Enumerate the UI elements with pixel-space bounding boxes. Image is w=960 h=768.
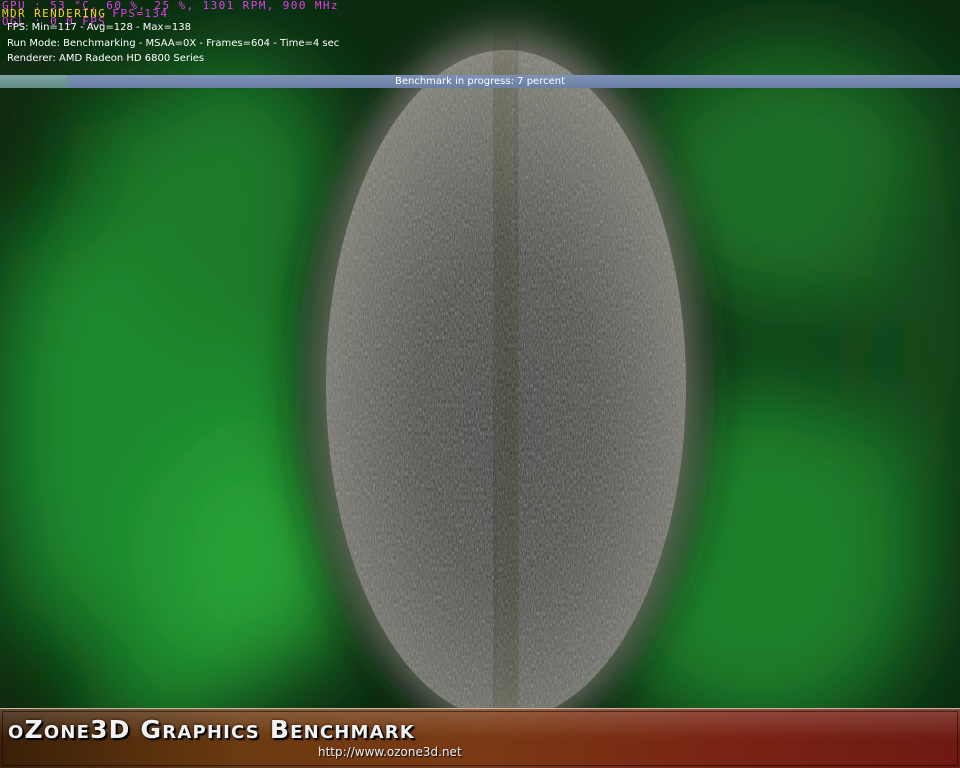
benchmark-progress-bar: Benchmark in progress: 7 percent — [0, 75, 960, 88]
renderer-text: Renderer: AMD Radeon HD 6800 Series — [7, 53, 205, 64]
fps-overlay-text: FPS=134 — [112, 7, 169, 20]
progress-label: Benchmark in progress: 7 percent — [395, 76, 565, 87]
ozone3d-banner: oZone3D Graphics Benchmark http://www.oz… — [0, 708, 960, 768]
run-mode-text: Run Mode: Benchmarking - MSAA=0X - Frame… — [7, 38, 340, 49]
banner-url-link[interactable]: http://www.ozone3d.net — [318, 745, 462, 759]
fps-stats-text: FPS: Min=117 - Avg=128 - Max=138 — [7, 22, 191, 33]
fur-render-scene — [0, 0, 960, 768]
benchmark-window: GPU : 53 °C, 60 %, 25 %, 1301 RPM, 900 M… — [0, 0, 960, 768]
banner-title: oZone3D Graphics Benchmark — [8, 715, 415, 744]
